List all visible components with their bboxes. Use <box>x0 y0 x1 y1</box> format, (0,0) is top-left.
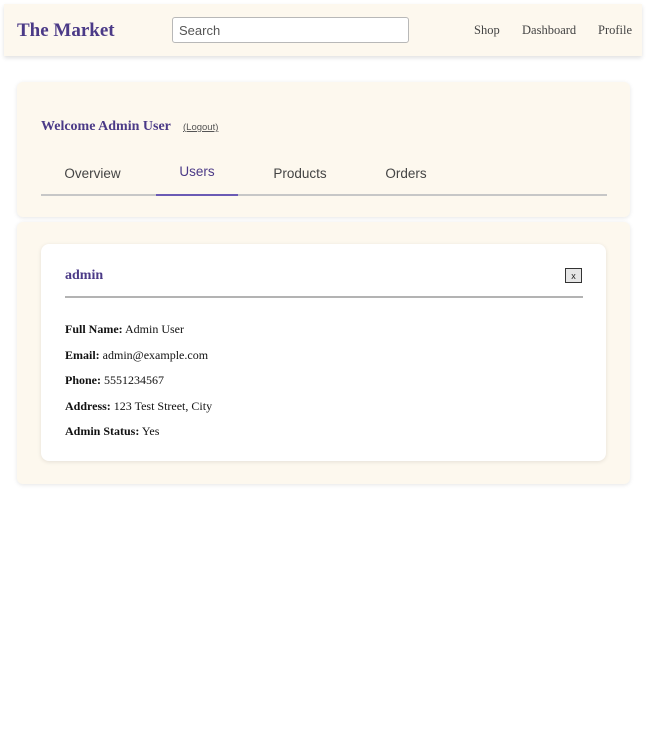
field-full-name: Full Name: Admin User <box>65 322 184 336</box>
field-admin-status: Admin Status: Yes <box>65 424 159 438</box>
users-panel: admin x Full Name: Admin User Email: adm… <box>17 222 630 484</box>
field-label: Full Name: <box>65 322 123 336</box>
field-value: Yes <box>141 424 160 438</box>
field-address: Address: 123 Test Street, City <box>65 399 212 413</box>
field-value: Admin User <box>125 322 184 336</box>
field-value: 123 Test Street, City <box>113 399 213 413</box>
brand-logo[interactable]: The Market <box>17 20 115 42</box>
search-input[interactable] <box>172 17 409 43</box>
nav-link-profile[interactable]: Profile <box>598 23 632 37</box>
field-label: Address: <box>65 399 111 413</box>
top-navbar: The Market Shop Dashboard Profile <box>4 4 642 56</box>
field-label: Email: <box>65 348 100 362</box>
tab-users[interactable]: Users <box>156 154 238 196</box>
field-phone: Phone: 5551234567 <box>65 373 164 387</box>
user-detail-card: admin x Full Name: Admin User Email: adm… <box>41 244 606 461</box>
user-card-title: admin <box>65 268 104 283</box>
logout-link[interactable]: (Logout) <box>183 122 218 133</box>
dashboard-tabs: Overview Users Products Orders <box>41 154 607 196</box>
dashboard-header-panel: Welcome Admin User (Logout) Overview Use… <box>17 82 630 217</box>
welcome-heading: Welcome Admin User <box>41 119 171 134</box>
card-divider <box>65 296 583 298</box>
field-value: 5551234567 <box>104 373 164 387</box>
nav-link-dashboard[interactable]: Dashboard <box>522 23 576 37</box>
field-label: Phone: <box>65 373 101 387</box>
field-email: Email: admin@example.com <box>65 348 208 362</box>
field-value: admin@example.com <box>102 348 209 362</box>
tab-orders[interactable]: Orders <box>361 154 451 194</box>
field-label: Admin Status: <box>65 424 140 438</box>
close-button[interactable]: x <box>565 268 582 283</box>
nav-link-shop[interactable]: Shop <box>474 23 500 37</box>
tab-overview[interactable]: Overview <box>41 154 144 194</box>
tab-products[interactable]: Products <box>248 154 352 194</box>
